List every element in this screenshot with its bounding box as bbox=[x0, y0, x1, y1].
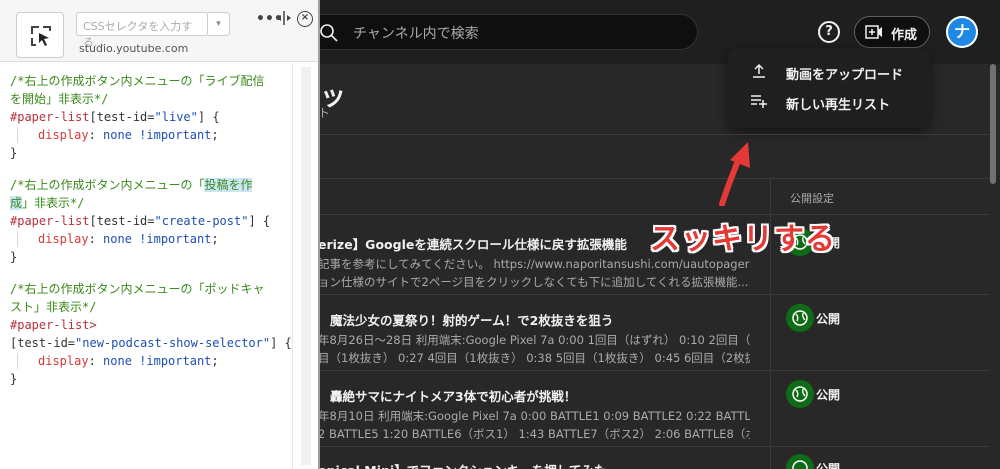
code-property: display bbox=[38, 128, 89, 142]
code-comment-line: /*右上の作成ボタン内メニューの「投稿を作 bbox=[10, 177, 253, 193]
divider bbox=[318, 446, 990, 447]
code-comment: /*右上の作成ボタン内メニューの「ポッドキャ bbox=[10, 282, 265, 296]
code-attr-close: ] { bbox=[270, 336, 292, 350]
code-declaration: display: none !important; bbox=[38, 232, 219, 246]
video-title[interactable]: 魔法少女の夏祭り！射的ゲーム！で2枚抜きを狙う bbox=[330, 310, 613, 329]
code-attr-open: [test-id= bbox=[89, 214, 155, 228]
indent-guide bbox=[17, 127, 18, 143]
indent-guide bbox=[17, 231, 18, 247]
column-header-visibility[interactable]: 公開設定 bbox=[790, 190, 834, 206]
code-comment: 」非表示*/ bbox=[22, 196, 85, 210]
menu-item-label: 新しい再生リスト bbox=[786, 98, 891, 113]
css-editor-panel: CSSセレクタを入力する... ▾ studio.youtube.com •••… bbox=[0, 0, 318, 469]
code-comment-highlight: 投稿を作 bbox=[204, 178, 253, 192]
css-code-editor[interactable]: /*右上の作成ボタン内メニューの「ライブ配信 を開始」非表示*/ #paper-… bbox=[0, 63, 292, 469]
code-value: none !important bbox=[103, 232, 212, 246]
upload-icon bbox=[753, 63, 765, 78]
code-selector-line: #paper-list[test-id="create-post"] { bbox=[10, 213, 270, 229]
code-comment: /*右上の作成ボタン内メニューの「 bbox=[10, 178, 205, 192]
visibility-label[interactable]: 公開 bbox=[816, 310, 840, 327]
page-scrollbar[interactable] bbox=[990, 64, 996, 184]
code-selector: #paper-list bbox=[10, 110, 90, 124]
menu-item-new-playlist[interactable]: 新しい再生リスト bbox=[728, 86, 930, 116]
video-row[interactable]: 魔法少女の夏祭り！射的ゲーム！で2枚抜きを狙う 年8月26日～28日 利用端末:… bbox=[318, 304, 990, 386]
element-picker-button[interactable] bbox=[16, 12, 64, 58]
video-description: 2 BATTLE5 1:20 BATTLE6（ボス1） 1:43 BATTLE7… bbox=[318, 427, 750, 441]
globe-icon bbox=[786, 380, 814, 408]
video-description: 目（1枚抜き） 0:27 4回目（1枚抜き） 0:38 5回目（1枚抜き） 0:… bbox=[318, 351, 750, 365]
menu-item-upload-video[interactable]: 動画をアップロード bbox=[728, 56, 930, 86]
create-button[interactable]: 作成 bbox=[854, 16, 930, 48]
divider bbox=[318, 134, 990, 135]
video-description: 記事を参考にしてみてください。 https://www.naporitansus… bbox=[318, 257, 750, 271]
site-domain: studio.youtube.com bbox=[79, 42, 189, 55]
code-attr-close: ] { bbox=[248, 214, 271, 228]
code-attr-value: "new-podcast-show-selector" bbox=[75, 336, 271, 350]
visibility-label[interactable]: 公開 bbox=[816, 460, 840, 469]
video-description: 年8月10日 利用端末:Google Pixel 7a 0:00 BATTLE1… bbox=[318, 409, 750, 423]
panel-border[interactable] bbox=[318, 0, 320, 469]
code-brace: } bbox=[10, 372, 18, 386]
indent-guide bbox=[17, 353, 18, 369]
code-selector-line: #paper-list[test-id="live"] { bbox=[10, 109, 220, 125]
code-attr-value: "create-post" bbox=[154, 214, 249, 228]
video-row[interactable]: 轟絶サマにナイトメア3体で初心者が挑戦！ 年8月10日 利用端末:Google … bbox=[318, 380, 990, 462]
panel-toolbar: CSSセレクタを入力する... ▾ studio.youtube.com •••… bbox=[0, 0, 318, 62]
create-button-label: 作成 bbox=[891, 28, 918, 43]
annotation-text: スッキリする bbox=[650, 222, 836, 257]
video-title[interactable]: opical Mini】でファンクションキーを押してみた bbox=[318, 460, 606, 469]
code-attr-open: [test-id= bbox=[10, 336, 76, 350]
globe-icon bbox=[786, 304, 814, 332]
close-icon[interactable]: × bbox=[297, 11, 313, 27]
help-icon[interactable]: ? bbox=[818, 21, 840, 43]
code-comment-line: 成」非表示*/ bbox=[10, 195, 84, 211]
css-selector-input[interactable]: CSSセレクタを入力する... bbox=[76, 12, 208, 49]
video-description: ョン仕様のサイトで2ページ目をクリックしなくても下に追加してくれる拡張機能... bbox=[318, 275, 749, 289]
code-selector: #paper-list> bbox=[10, 318, 97, 332]
video-title[interactable]: erize】Googleを連続スクロール仕様に戻す拡張機能 bbox=[318, 234, 627, 253]
playlist-add-icon bbox=[751, 95, 767, 108]
code-brace: } bbox=[10, 250, 18, 264]
code-declaration: display: none !important; bbox=[38, 354, 219, 368]
divider bbox=[318, 178, 990, 179]
channel-search-input[interactable]: チャンネル内で検索 bbox=[300, 14, 698, 50]
code-comment: スト」非表示*/ bbox=[10, 300, 97, 314]
code-attr-close: ] { bbox=[197, 110, 220, 124]
video-add-icon bbox=[865, 25, 882, 39]
code-value: none !important bbox=[103, 354, 212, 368]
visibility-label[interactable]: 公開 bbox=[816, 386, 840, 403]
divider bbox=[318, 370, 990, 371]
code-declaration: display: none !important; bbox=[38, 128, 219, 142]
editor-scroll-gutter bbox=[292, 63, 318, 469]
search-placeholder: チャンネル内で検索 bbox=[353, 26, 479, 42]
code-brace: } bbox=[10, 146, 18, 160]
create-menu: 動画をアップロード 新しい再生リスト bbox=[728, 48, 930, 128]
code-value: none !important bbox=[103, 128, 212, 142]
code-comment-highlight: 成 bbox=[10, 196, 23, 210]
video-title[interactable]: 轟絶サマにナイトメア3体で初心者が挑戦！ bbox=[330, 386, 576, 405]
editor-scrollbar[interactable] bbox=[301, 67, 311, 465]
code-property: display bbox=[38, 232, 89, 246]
annotation-arrow bbox=[719, 142, 750, 206]
code-attr-value: "live" bbox=[154, 110, 198, 124]
globe-icon bbox=[786, 454, 814, 469]
resize-icon[interactable] bbox=[276, 10, 292, 26]
cursor-select-icon bbox=[31, 26, 51, 46]
search-icon bbox=[320, 24, 338, 42]
menu-item-label: 動画をアップロード bbox=[786, 68, 904, 83]
code-attr-open: [test-id= bbox=[89, 110, 155, 124]
code-comment: /*右上の作成ボタン内メニューの「ライブ配信 bbox=[10, 74, 265, 88]
avatar[interactable]: ナ bbox=[946, 16, 978, 48]
code-selector: #paper-list bbox=[10, 214, 90, 228]
divider bbox=[318, 294, 990, 295]
code-comment: を開始」非表示*/ bbox=[10, 92, 109, 106]
video-description: 年8月26日～28日 利用端末:Google Pixel 7a 0:00 1回目… bbox=[318, 333, 750, 347]
video-row[interactable]: opical Mini】でファンクションキーを押してみた 公開 bbox=[318, 460, 990, 469]
chevron-down-icon[interactable]: ▾ bbox=[208, 12, 230, 36]
code-selector-line: [test-id="new-podcast-show-selector"] { bbox=[10, 335, 292, 351]
code-property: display bbox=[38, 354, 89, 368]
